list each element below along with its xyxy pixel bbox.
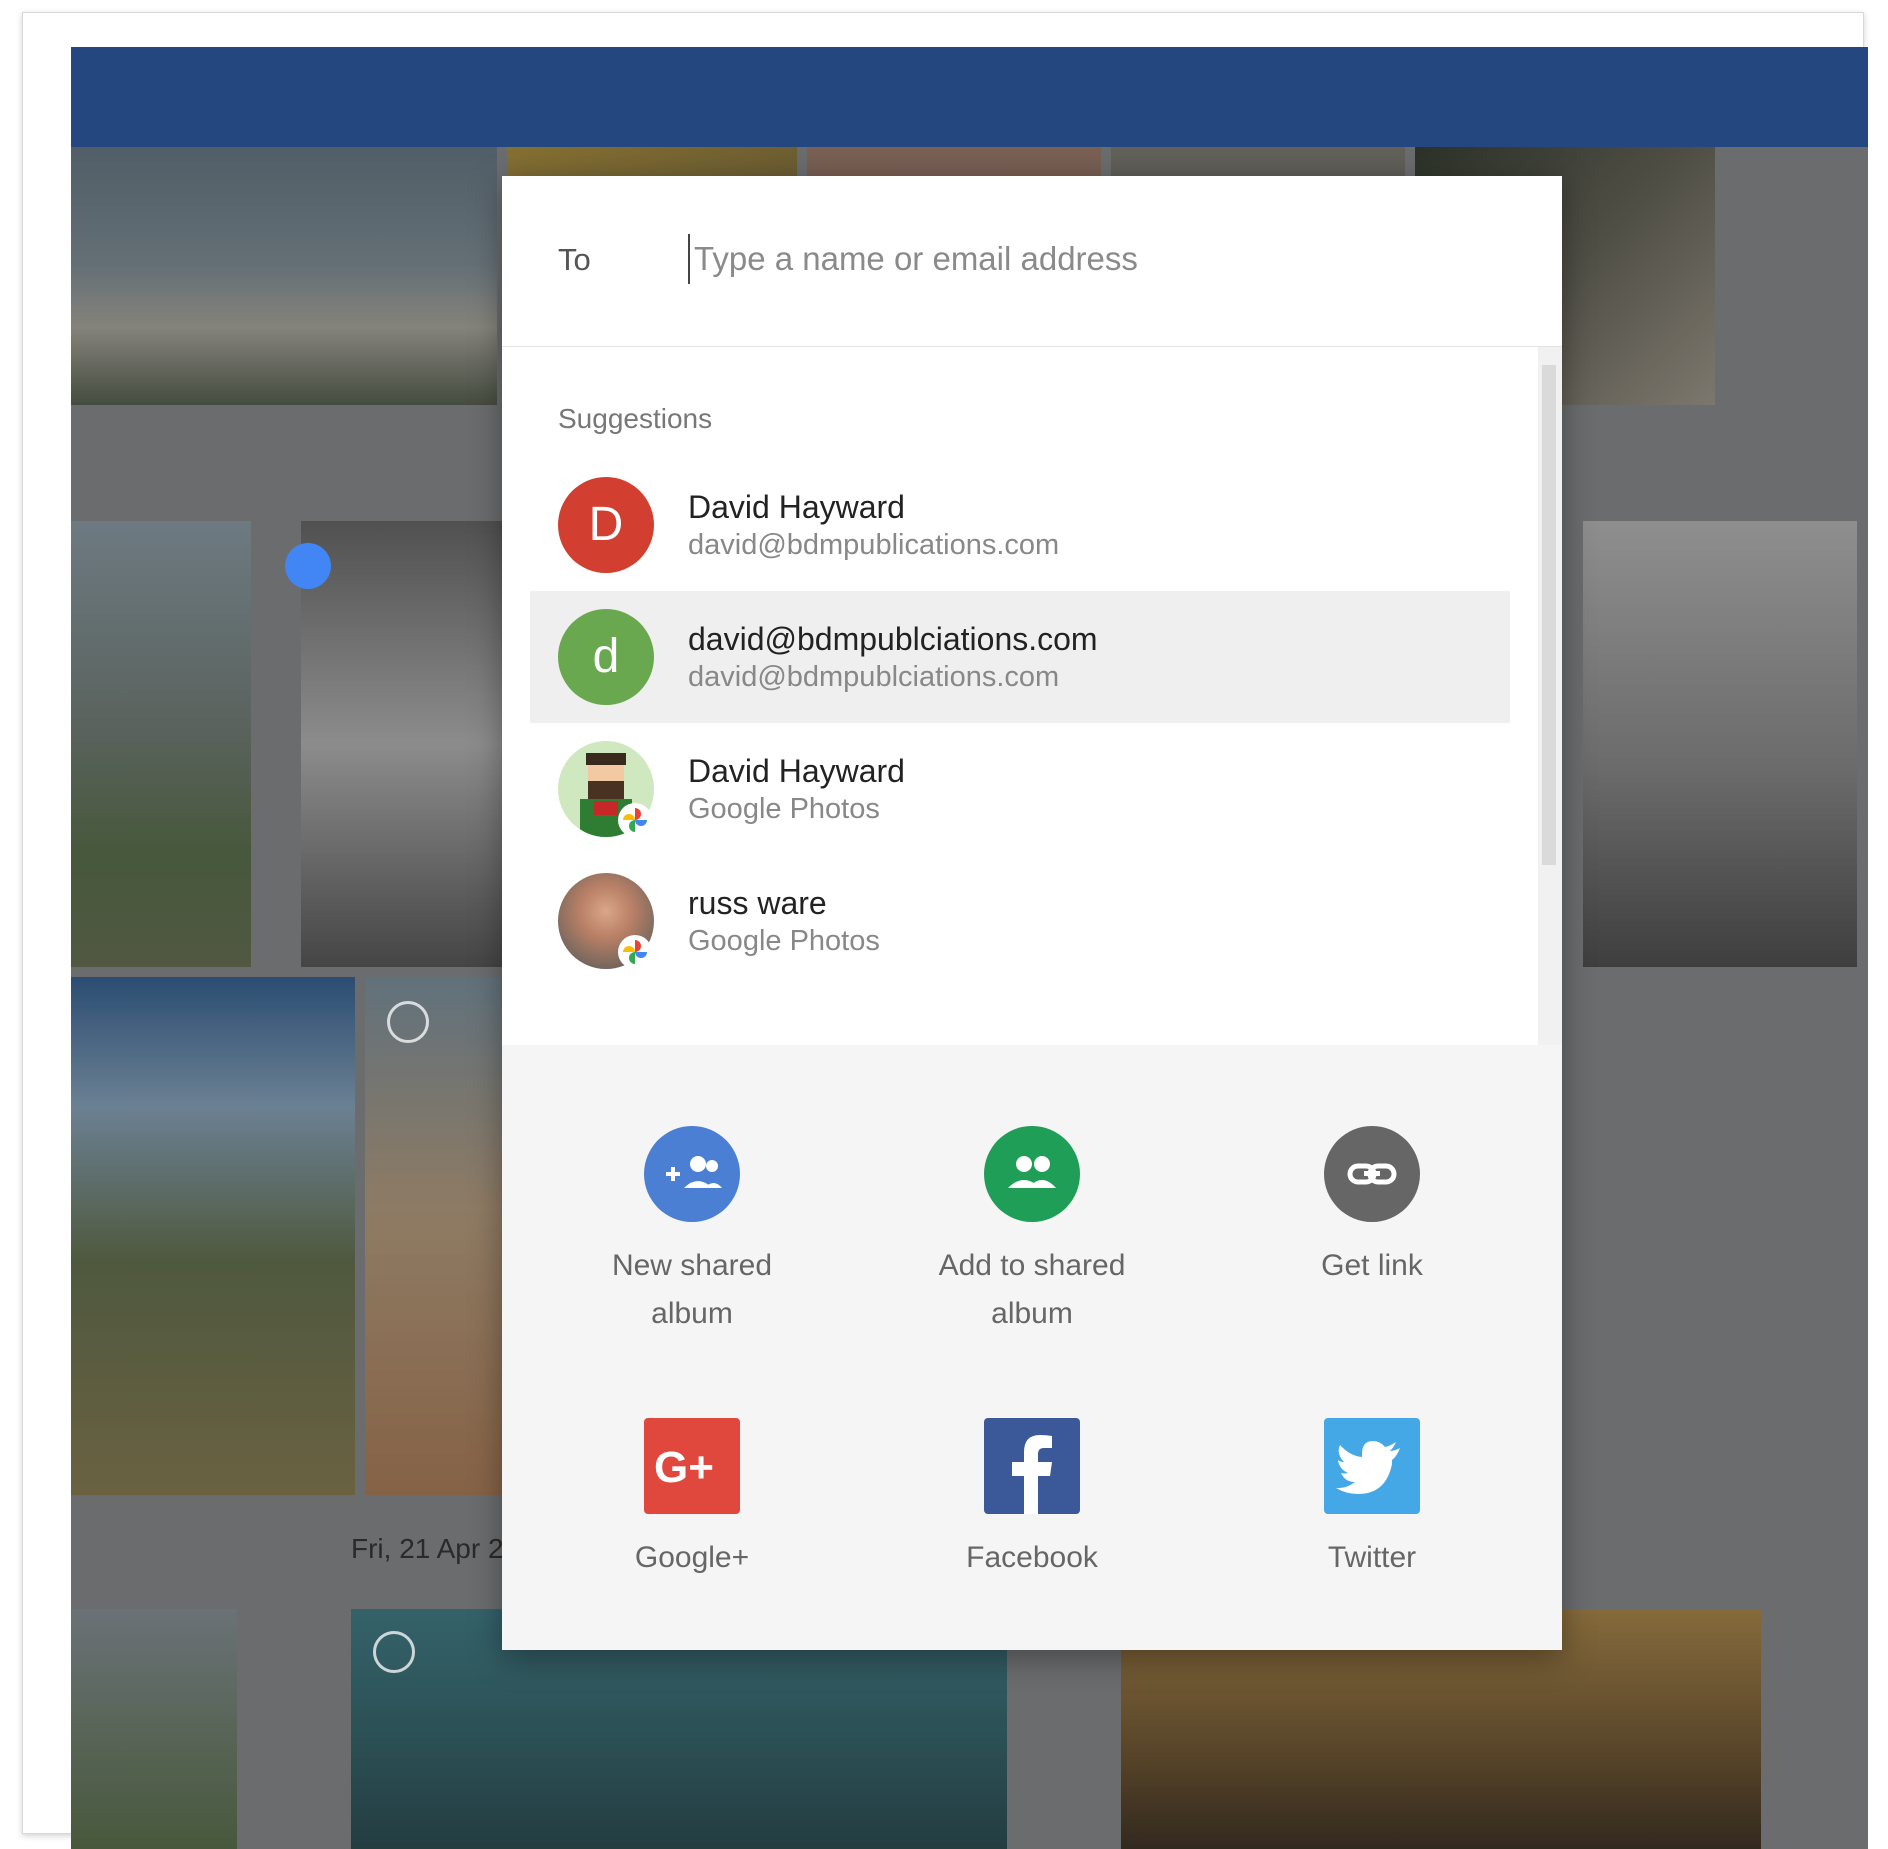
suggestions-title: Suggestions — [558, 403, 713, 434]
to-label: To — [558, 242, 591, 277]
contact-suggestion[interactable]: David Hayward Google Photos — [530, 723, 1510, 855]
action-label: Add to shared album — [938, 1249, 1126, 1330]
suggestions-panel: Suggestions D David Hayward david@bdmpub… — [502, 347, 1538, 1045]
add-people-icon — [644, 1126, 740, 1222]
twitter-button[interactable]: Twitter — [1222, 1418, 1522, 1582]
action-label: Facebook — [966, 1541, 1098, 1574]
svg-text:G+: G+ — [654, 1443, 714, 1492]
action-label: Get link — [1321, 1249, 1423, 1282]
avatar: d — [558, 609, 654, 705]
contact-suggestion[interactable]: russ ware Google Photos — [530, 855, 1510, 987]
app-header-bar — [71, 47, 1868, 147]
contact-suggestion[interactable]: d david@bdmpublciations.com david@bdmpub… — [530, 591, 1510, 723]
add-to-shared-album-button[interactable]: Add to shared album — [882, 1126, 1182, 1338]
google-photos-icon — [618, 803, 652, 837]
contact-source: Google Photos — [688, 793, 880, 825]
google-plus-icon: G+ — [644, 1418, 740, 1514]
action-label: New shared album — [611, 1249, 773, 1330]
suggestions-scrollbar[interactable] — [1538, 347, 1562, 1045]
select-circle-icon[interactable] — [373, 1631, 415, 1673]
action-label: Twitter — [1327, 1541, 1417, 1574]
google-plus-button[interactable]: G+ Google+ — [542, 1418, 842, 1582]
share-dialog: To Suggestions D David Hayward david@bdm… — [502, 176, 1562, 1650]
date-label: Fri, 21 Apr 20 — [351, 1533, 520, 1564]
action-label: Google+ — [634, 1541, 750, 1574]
new-shared-album-button[interactable]: New shared album — [542, 1126, 842, 1338]
select-circle-icon[interactable] — [387, 1001, 429, 1043]
get-link-button[interactable]: Get link — [1222, 1126, 1522, 1290]
contact-name: david@bdmpublciations.com — [688, 621, 1098, 657]
selected-check-icon[interactable] — [285, 543, 331, 589]
contact-email: david@bdmpublciations.com — [688, 661, 1060, 693]
contact-name: russ ware — [688, 885, 827, 921]
contact-name: David Hayward — [688, 753, 905, 789]
share-actions: New shared album Add to shared album Get… — [502, 1046, 1562, 1650]
avatar: D — [558, 477, 654, 573]
contact-email: david@bdmpublications.com — [688, 529, 1060, 561]
twitter-icon — [1324, 1418, 1420, 1514]
facebook-button[interactable]: Facebook — [882, 1418, 1182, 1582]
contact-suggestion[interactable]: D David Hayward david@bdmpublications.co… — [530, 459, 1510, 591]
contact-source: Google Photos — [688, 925, 880, 957]
recipient-input[interactable] — [688, 234, 1494, 284]
link-icon — [1324, 1126, 1420, 1222]
scrollbar-thumb[interactable] — [1542, 365, 1556, 865]
people-icon — [984, 1126, 1080, 1222]
contact-name: David Hayward — [688, 489, 905, 525]
google-photos-icon — [618, 935, 652, 969]
facebook-icon — [984, 1418, 1080, 1514]
recipient-row: To — [502, 176, 1562, 347]
